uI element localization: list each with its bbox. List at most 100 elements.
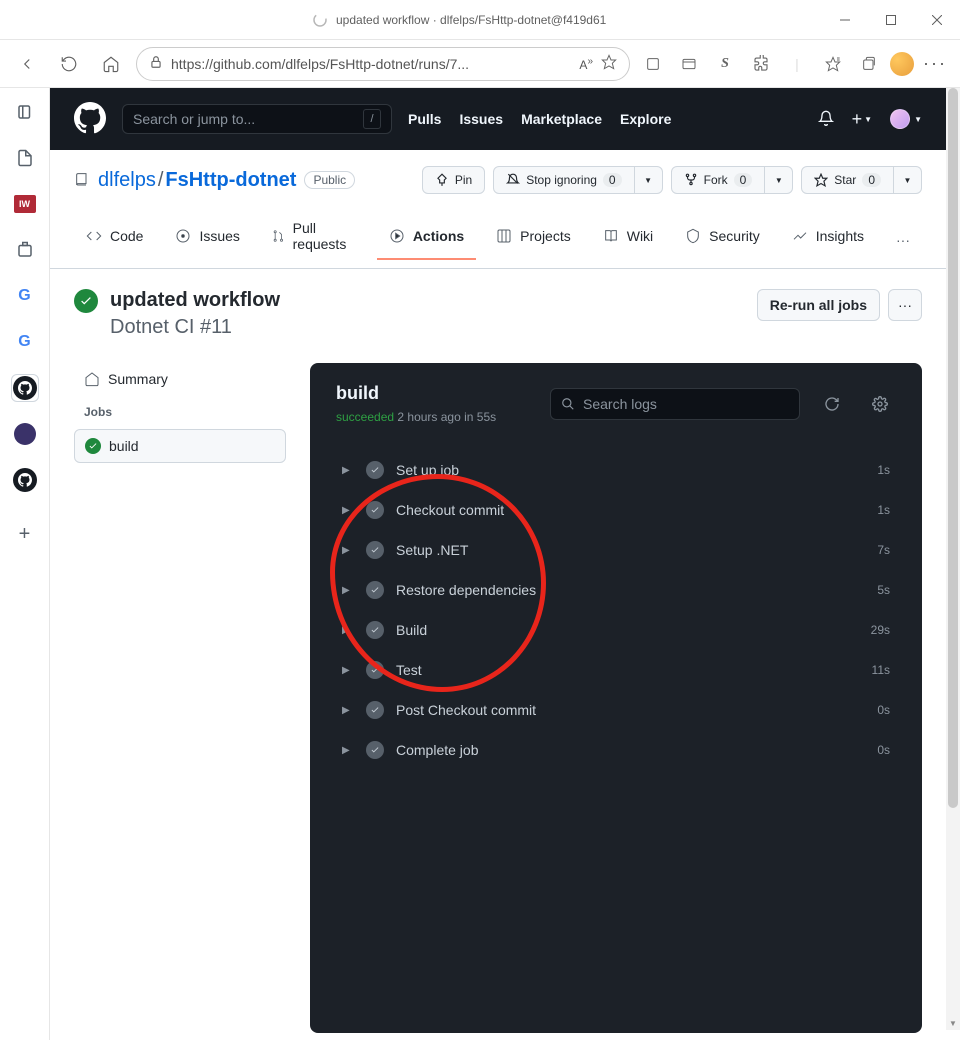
rail-purple-icon[interactable] — [11, 420, 39, 448]
step-row[interactable]: ▶ Setup .NET 7s — [336, 530, 896, 570]
nav-explore[interactable]: Explore — [620, 111, 671, 127]
step-status-icon — [366, 661, 384, 679]
ext-icon-1[interactable] — [638, 49, 668, 79]
step-name: Complete job — [396, 742, 865, 758]
run-status-icon — [74, 289, 98, 313]
star-dropdown[interactable]: ▼ — [894, 166, 922, 194]
step-name: Build — [396, 622, 859, 638]
pin-button[interactable]: Pin — [422, 166, 485, 194]
tab-wiki[interactable]: Wiki — [591, 220, 665, 260]
rail-tool-icon[interactable] — [11, 236, 39, 264]
star-button[interactable]: Star 0 — [801, 166, 894, 194]
run-menu[interactable]: ··· — [888, 289, 922, 321]
favorite-icon[interactable] — [601, 54, 617, 73]
tab-actions[interactable]: Actions — [377, 220, 476, 260]
tab-insights[interactable]: Insights — [780, 220, 876, 260]
home-button[interactable] — [94, 47, 128, 81]
nav-pulls[interactable]: Pulls — [408, 111, 441, 127]
rail-iw-icon[interactable]: IW — [11, 190, 39, 218]
read-aloud-icon[interactable]: A» — [579, 56, 593, 72]
window-maximize[interactable] — [868, 0, 914, 40]
rail-google-icon-2[interactable]: G — [11, 328, 39, 356]
log-subtitle: succeeded 2 hours ago in 55s — [336, 410, 496, 424]
rail-github-icon-2[interactable] — [11, 466, 39, 494]
step-row[interactable]: ▶ Test 11s — [336, 650, 896, 690]
nav-marketplace[interactable]: Marketplace — [521, 111, 602, 127]
chevron-right-icon: ▶ — [342, 545, 354, 556]
browser-tab[interactable]: updated workflow · dlfelps/FsHttp-dotnet… — [300, 12, 618, 28]
step-status-icon — [366, 461, 384, 479]
step-row[interactable]: ▶ Post Checkout commit 0s — [336, 690, 896, 730]
step-duration: 11s — [872, 663, 890, 677]
step-row[interactable]: ▶ Build 29s — [336, 610, 896, 650]
extensions-icon[interactable] — [746, 49, 776, 79]
step-name: Setup .NET — [396, 542, 865, 558]
browser-toolbar: https://github.com/dlfelps/FsHttp-dotnet… — [0, 40, 960, 88]
chevron-right-icon: ▶ — [342, 585, 354, 596]
rail-tab-actions[interactable] — [11, 98, 39, 126]
profile-avatar[interactable] — [890, 52, 914, 76]
log-search[interactable]: Search logs — [550, 388, 800, 420]
log-rerun-icon[interactable] — [816, 388, 848, 420]
job-build[interactable]: build — [74, 429, 286, 463]
browser-menu[interactable]: ··· — [920, 49, 950, 79]
run-sidebar: Summary Jobs build — [74, 363, 286, 1033]
address-bar[interactable]: https://github.com/dlfelps/FsHttp-dotnet… — [136, 47, 630, 81]
step-duration: 1s — [877, 503, 890, 517]
step-row[interactable]: ▶ Complete job 0s — [336, 730, 896, 770]
ext-icon-s[interactable]: S — [710, 49, 740, 79]
repo-owner-link[interactable]: dlfelps — [98, 169, 156, 191]
github-search[interactable]: Search or jump to... / — [122, 104, 392, 134]
rerun-button[interactable]: Re-run all jobs — [757, 289, 880, 321]
tab-projects[interactable]: Projects — [484, 220, 583, 260]
github-logo[interactable] — [74, 102, 106, 137]
tabs-overflow[interactable]: ··· — [884, 224, 922, 256]
rail-page-icon[interactable] — [11, 144, 39, 172]
rail-google-icon-1[interactable]: G — [11, 282, 39, 310]
scrollbar[interactable]: ▲ ▼ — [946, 88, 960, 1030]
run-container: updated workflow Dotnet CI #11 Re-run al… — [50, 269, 946, 1040]
tab-code[interactable]: Code — [74, 220, 155, 260]
watch-dropdown[interactable]: ▼ — [635, 166, 663, 194]
step-duration: 7s — [877, 543, 890, 557]
workflow-subtitle: Dotnet CI #11 — [110, 316, 280, 339]
repo-name-link[interactable]: FsHttp-dotnet — [165, 169, 296, 191]
rail-github-icon[interactable] — [11, 374, 39, 402]
repo-header: dlfelps/FsHttp-dotnet Public Pin Stop ig… — [50, 150, 946, 269]
fork-dropdown[interactable]: ▼ — [765, 166, 793, 194]
window-minimize[interactable] — [822, 0, 868, 40]
repo-tabs: Code Issues Pull requests Actions Projec… — [74, 212, 922, 268]
summary-link[interactable]: Summary — [74, 363, 286, 395]
chevron-right-icon: ▶ — [342, 505, 354, 516]
rail-add-icon[interactable]: + — [11, 520, 39, 548]
tab-pulls[interactable]: Pull requests — [260, 212, 369, 268]
tab-security[interactable]: Security — [673, 220, 772, 260]
search-placeholder: Search or jump to... — [133, 111, 255, 127]
chevron-right-icon: ▶ — [342, 465, 354, 476]
step-duration: 5s — [877, 583, 890, 597]
step-status-icon — [366, 701, 384, 719]
user-menu[interactable]: ▼ — [890, 109, 922, 129]
chevron-right-icon: ▶ — [342, 705, 354, 716]
log-settings-icon[interactable] — [864, 388, 896, 420]
github-header: Search or jump to... / Pulls Issues Mark… — [50, 88, 946, 150]
workflow-title: updated workflow — [110, 289, 280, 312]
collections-icon[interactable] — [854, 49, 884, 79]
notifications-icon[interactable] — [818, 110, 834, 129]
watch-button[interactable]: Stop ignoring 0 — [493, 166, 634, 194]
check-icon — [85, 438, 101, 454]
fork-button[interactable]: Fork 0 — [671, 166, 766, 194]
window-close[interactable] — [914, 0, 960, 40]
nav-issues[interactable]: Issues — [459, 111, 503, 127]
back-button[interactable] — [10, 47, 44, 81]
url-text: https://github.com/dlfelps/FsHttp-dotnet… — [171, 56, 571, 72]
step-row[interactable]: ▶ Set up job 1s — [336, 450, 896, 490]
chevron-right-icon: ▶ — [342, 665, 354, 676]
add-menu[interactable]: +▼ — [852, 109, 872, 130]
step-row[interactable]: ▶ Checkout commit 1s — [336, 490, 896, 530]
ext-icon-2[interactable] — [674, 49, 704, 79]
refresh-button[interactable] — [52, 47, 86, 81]
step-row[interactable]: ▶ Restore dependencies 5s — [336, 570, 896, 610]
tab-issues[interactable]: Issues — [163, 220, 251, 260]
favorites-icon[interactable] — [818, 49, 848, 79]
